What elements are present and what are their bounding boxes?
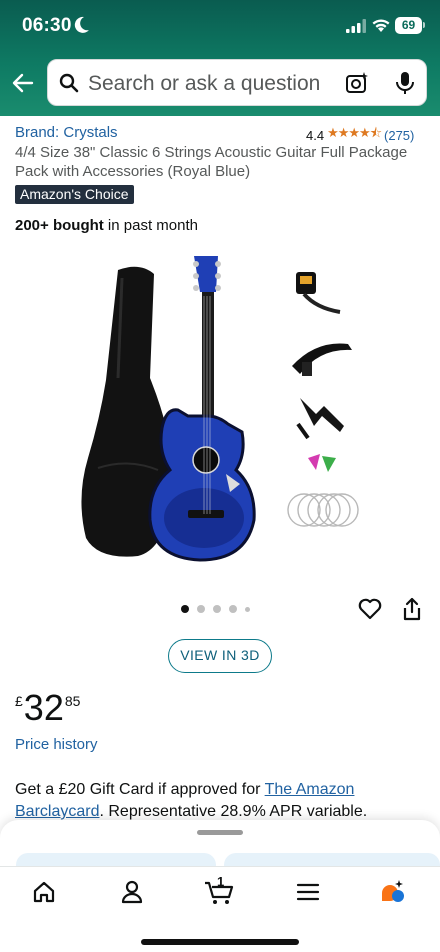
menu-icon[interactable]: [295, 879, 321, 905]
price-fraction: 85: [64, 693, 81, 709]
carousel-dot[interactable]: [245, 606, 250, 612]
product-title: 4/4 Size 38" Classic 6 Strings Acoustic …: [15, 144, 408, 180]
battery-nub: [423, 22, 425, 28]
tuner-accessory: [296, 272, 341, 314]
sheet-drag-handle[interactable]: [197, 830, 243, 835]
carousel-dot[interactable]: [229, 605, 237, 613]
carousel-dot-active[interactable]: [181, 605, 189, 613]
battery-indicator: 69: [395, 17, 422, 34]
share-icon[interactable]: [402, 597, 422, 621]
carousel-dot[interactable]: [213, 605, 221, 613]
bought-count-strong: 200+ bought: [15, 217, 104, 234]
product-image[interactable]: [78, 248, 368, 568]
price: £ 32 85: [15, 686, 80, 730]
price-currency: £: [15, 693, 23, 709]
rating-value: 4.4: [306, 127, 325, 143]
signal-icon: [346, 19, 366, 33]
gift-card-promo: Get a £20 Gift Card if approved for The …: [15, 779, 430, 823]
image-carousel-dots[interactable]: [181, 604, 250, 614]
back-arrow-icon[interactable]: [10, 70, 36, 96]
picks-accessory: [308, 454, 336, 472]
camera-search-icon[interactable]: [345, 71, 369, 95]
app-header: 06:30 69 Search or ask a question: [0, 0, 440, 116]
bottom-tab-bar: 1: [0, 866, 440, 952]
bottom-sheet[interactable]: [0, 820, 440, 877]
strap-accessory: [292, 343, 352, 376]
promo-text-before: Get a £20 Gift Card if approved for: [15, 781, 265, 798]
price-whole: 32: [23, 687, 64, 728]
moon-icon: [74, 16, 89, 33]
cart-count-badge: 1: [217, 874, 225, 889]
wifi-icon: [372, 19, 390, 32]
view-in-3d-button[interactable]: VIEW IN 3D: [168, 639, 272, 673]
search-placeholder[interactable]: Search or ask a question: [88, 72, 320, 96]
status-bar: 06:30 69: [0, 0, 440, 52]
account-icon[interactable]: [119, 879, 145, 905]
status-time: 06:30: [22, 15, 72, 36]
promo-text-after: . Representative 28.9% APR variable.: [99, 803, 368, 820]
search-icon: [59, 73, 79, 93]
microphone-icon[interactable]: [394, 71, 416, 95]
carousel-dot[interactable]: [197, 605, 205, 613]
strings-accessory: [287, 493, 359, 527]
rufus-assistant-icon[interactable]: [379, 879, 405, 905]
home-indicator: [141, 939, 299, 945]
bought-count-rest: in past month: [103, 217, 198, 234]
capo-accessory: [296, 398, 344, 440]
price-history-link[interactable]: Price history: [15, 736, 98, 753]
home-icon[interactable]: [31, 879, 57, 905]
brand-link[interactable]: Brand: Crystals: [15, 124, 118, 141]
bridge: [188, 510, 224, 518]
amazons-choice-badge: Amazon's Choice: [15, 185, 134, 204]
search-bar[interactable]: Search or ask a question: [47, 59, 427, 106]
heart-icon[interactable]: [358, 598, 382, 620]
bought-count: 200+ bought in past month: [15, 217, 198, 234]
rating-count[interactable]: (275): [384, 128, 414, 143]
soundhole: [192, 446, 220, 474]
battery-level: 69: [401, 18, 416, 32]
